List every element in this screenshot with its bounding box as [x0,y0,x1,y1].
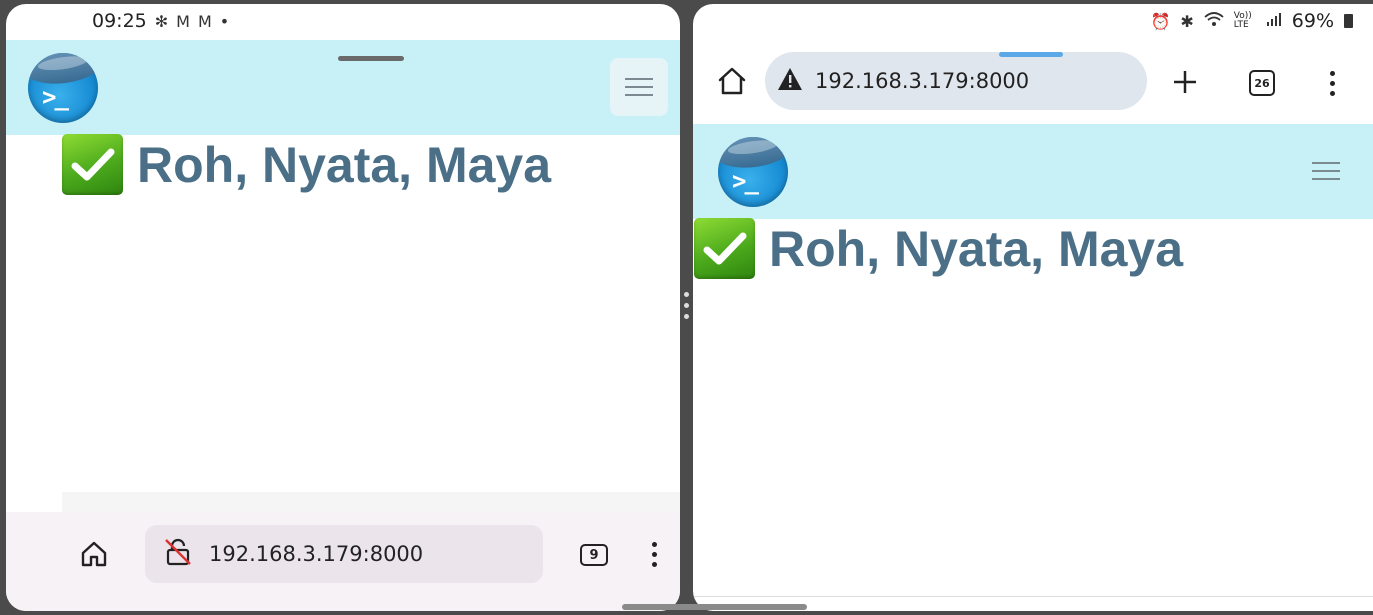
url-text: 192.168.3.179:8000 [209,542,424,566]
url-bar[interactable]: 192.168.3.179:8000 [765,52,1147,110]
window-drag-handle[interactable] [999,52,1063,57]
site-logo[interactable]: >_ [718,137,788,207]
site-header: >_ [693,124,1373,219]
more-icon[interactable] [644,534,664,574]
gmail-icon: M [197,11,212,31]
left-browser-window: 09:25 ✻ M M • >_ Roh, Nyata, Maya 192.16… [6,4,680,611]
bottom-toolbar: 192.168.3.179:8000 9 [6,492,680,611]
warning-icon[interactable] [777,67,803,96]
gesture-nav-handle[interactable] [622,604,807,610]
page-title-text: Roh, Nyata, Maya [137,136,552,193]
volte-icon: Vo)) LTE [1233,11,1252,30]
battery-icon [1344,14,1353,28]
fan-icon: ✻ [154,11,169,31]
alarm-icon: ⏰ [1150,11,1171,31]
dot-icon: • [219,11,230,31]
insecure-lock-icon[interactable] [163,537,193,572]
bluetooth-icon: ✱ [1180,11,1194,31]
more-icon[interactable] [1322,63,1342,103]
page-title: Roh, Nyata, Maya [62,134,551,195]
home-icon[interactable] [717,66,747,101]
gmail-icon: M [176,11,190,31]
signal-icon [1266,11,1282,31]
split-divider-handle[interactable] [684,292,689,319]
menu-button[interactable] [610,58,668,116]
site-header: >_ [6,40,680,135]
menu-button[interactable] [1297,142,1355,200]
window-drag-handle[interactable] [338,56,404,61]
browser-toolbar: 192.168.3.179:8000 26 [693,38,1373,124]
divider [693,596,1373,597]
url-bar[interactable]: 192.168.3.179:8000 [145,525,543,583]
check-icon [62,134,123,195]
battery-level: 69% [1291,10,1334,32]
right-browser-window: ⏰ ✱ Vo)) LTE 69% 192.168.3.179:8000 26 >… [693,4,1373,611]
check-icon [694,218,755,279]
tab-count-button[interactable]: 9 [580,544,608,566]
tab-count-button[interactable]: 26 [1249,70,1275,96]
status-bar-right: ⏰ ✱ Vo)) LTE 69% [1150,4,1353,38]
page-title: Roh, Nyata, Maya [694,218,1183,279]
page-title-text: Roh, Nyata, Maya [769,220,1184,277]
wifi-icon [1204,11,1224,31]
url-text: 192.168.3.179:8000 [815,69,1030,93]
status-bar-left: 09:25 ✻ M M • [92,4,229,38]
site-logo[interactable]: >_ [28,53,98,123]
home-icon[interactable] [80,540,108,573]
plus-icon[interactable] [1171,68,1199,101]
status-time: 09:25 [92,10,147,32]
